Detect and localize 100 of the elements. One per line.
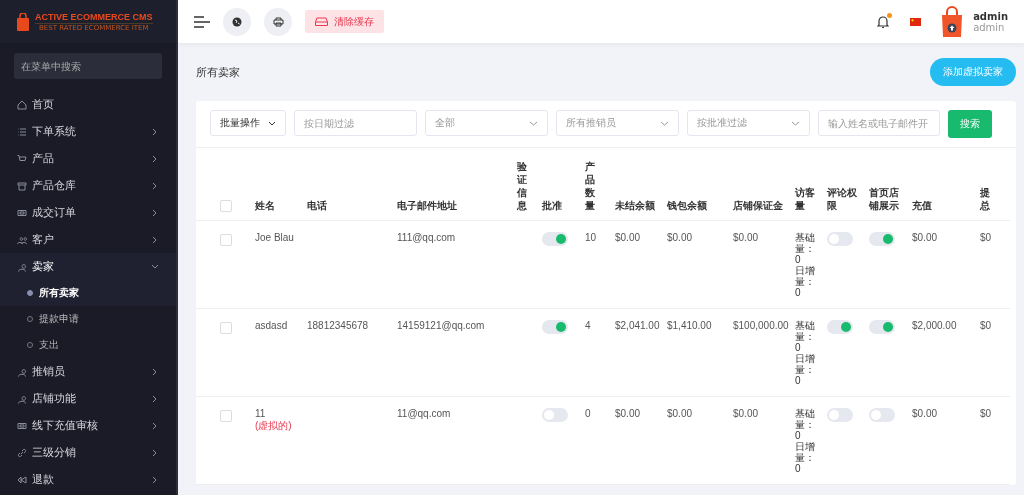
homepage-display-toggle[interactable] bbox=[869, 320, 895, 334]
sidebar-item[interactable]: 产品仓库 bbox=[0, 172, 176, 199]
shopping-bag-icon bbox=[16, 12, 30, 31]
seller-name: Joe Blau bbox=[255, 232, 294, 243]
select-all-checkbox[interactable] bbox=[220, 200, 232, 212]
column-header: 充值 bbox=[912, 199, 933, 212]
caret-icon bbox=[791, 120, 800, 126]
row-checkbox[interactable] bbox=[220, 410, 232, 422]
comment-permission-toggle[interactable] bbox=[827, 408, 853, 422]
table-cell: $0.00 bbox=[912, 408, 938, 419]
sidebar-item[interactable]: 产品 bbox=[0, 145, 176, 172]
print-button[interactable] bbox=[264, 7, 292, 36]
user-icon bbox=[17, 261, 27, 272]
row-checkbox[interactable] bbox=[220, 234, 232, 246]
sidebar-item[interactable]: 下单系统 bbox=[0, 118, 176, 145]
sidebar-item-label: 退款 bbox=[32, 472, 55, 487]
sidebar-subitem-label: 提款申请 bbox=[39, 312, 79, 326]
sidebar-item-label: 产品仓库 bbox=[32, 178, 77, 193]
table-cell: 111@qq.com bbox=[397, 232, 456, 243]
page-title: 所有卖家 bbox=[196, 64, 240, 80]
sidebar-subitem[interactable]: 提款申请 bbox=[0, 306, 176, 332]
sidebar-item-label: 产品 bbox=[32, 151, 55, 166]
column-header: 钱包余额 bbox=[667, 199, 708, 212]
sidebar-subitem-label: 所有卖家 bbox=[39, 286, 79, 300]
cart-icon bbox=[17, 153, 27, 164]
globe-button[interactable] bbox=[223, 7, 251, 36]
sidebar-item[interactable]: 三级分销 bbox=[0, 439, 176, 466]
table-cell: $0.00 bbox=[615, 232, 641, 243]
table-cell: $0.00 bbox=[615, 408, 641, 419]
approval-toggle[interactable] bbox=[542, 232, 568, 246]
user-role: admin bbox=[973, 21, 1006, 33]
table-cell: $1,410.00 bbox=[667, 320, 712, 331]
bulk-actions-dropdown[interactable]: 批量操作 bbox=[210, 110, 286, 136]
table-cell-text: 基础量：0 bbox=[795, 408, 816, 441]
column-header: 访客量 bbox=[795, 186, 816, 212]
table-cell: 18812345678 bbox=[307, 320, 369, 331]
table-cell: $2,041.00 bbox=[615, 320, 660, 331]
globe-icon bbox=[232, 16, 242, 27]
table-cell: $0 bbox=[980, 408, 992, 419]
sidebar-item[interactable]: 首页 bbox=[0, 91, 176, 118]
row-checkbox[interactable] bbox=[220, 322, 232, 334]
table-cell: 0 bbox=[585, 408, 591, 419]
shopping-bag-avatar-icon[interactable] bbox=[940, 5, 965, 38]
bell-icon[interactable] bbox=[877, 14, 890, 29]
caret-icon bbox=[529, 120, 538, 126]
sidebar-subitem-label: 支出 bbox=[39, 338, 59, 352]
sidebar-item[interactable]: 推销员 bbox=[0, 358, 176, 385]
table-cell: 4 bbox=[585, 320, 591, 331]
sidebar-item-label: 客户 bbox=[32, 232, 55, 247]
caret-icon bbox=[268, 120, 276, 126]
table-cell: 14159121@qq.com bbox=[397, 320, 485, 331]
home-icon bbox=[17, 99, 27, 110]
column-header: 批准 bbox=[542, 199, 563, 212]
sidebar-item-label: 成交订单 bbox=[32, 205, 77, 220]
table-cell: $0.00 bbox=[733, 408, 759, 419]
link-icon bbox=[17, 447, 27, 458]
virtual-label: (虚拟的) bbox=[255, 420, 293, 432]
sidebar-item[interactable]: 退款 bbox=[0, 466, 176, 493]
column-header: 未结余额 bbox=[615, 199, 656, 212]
homepage-display-toggle[interactable] bbox=[869, 408, 895, 422]
ticket-icon bbox=[17, 207, 27, 218]
sidebar-item[interactable]: 卖家 bbox=[0, 253, 176, 280]
comment-permission-toggle[interactable] bbox=[827, 232, 853, 246]
menu-search-field[interactable]: 在菜单中搜索 bbox=[14, 53, 162, 79]
table-cell: $0.00 bbox=[667, 408, 693, 419]
sidebar-item[interactable]: 线下充值审核 bbox=[0, 412, 176, 439]
approval-toggle[interactable] bbox=[542, 320, 568, 334]
menu-icon[interactable] bbox=[194, 15, 210, 28]
date-filter-field[interactable]: 按日期过滤 bbox=[294, 110, 417, 136]
column-header: 店铺保证金 bbox=[733, 199, 784, 212]
table-cell: $2,000.00 bbox=[912, 320, 957, 331]
sidebar-item-label: 卖家 bbox=[32, 259, 55, 274]
sidebar-item[interactable]: 店铺功能 bbox=[0, 385, 176, 412]
seller-name: asdasd bbox=[255, 320, 288, 331]
table-cell: 11@qq.com bbox=[397, 408, 451, 419]
search-field[interactable]: 输入姓名或电子邮件开 bbox=[818, 110, 940, 136]
table-cell-text: 基础量：0 bbox=[795, 320, 816, 353]
flag-icon[interactable] bbox=[910, 17, 922, 26]
sidebar-subitem[interactable]: 所有卖家 bbox=[0, 280, 176, 306]
user-icon bbox=[17, 366, 27, 377]
sidebar-item[interactable]: 成交订单 bbox=[0, 199, 176, 226]
table-cell-text: 基础量：0 bbox=[795, 232, 816, 265]
users-icon bbox=[17, 234, 27, 245]
sidebar-item[interactable]: 客户 bbox=[0, 226, 176, 253]
sidebar-item-label: 下单系统 bbox=[32, 124, 77, 139]
column-header: 评论权限 bbox=[827, 186, 857, 212]
table-cell: $100,000.00 bbox=[733, 320, 789, 331]
bullet-icon bbox=[27, 290, 33, 296]
comment-permission-toggle[interactable] bbox=[827, 320, 853, 334]
sidebar-subitem[interactable]: 支出 bbox=[0, 332, 176, 358]
homepage-display-toggle[interactable] bbox=[869, 232, 895, 246]
printer-icon bbox=[272, 16, 284, 27]
approval-toggle[interactable] bbox=[542, 408, 568, 422]
card-icon bbox=[17, 420, 27, 431]
table-cell: $0.00 bbox=[733, 232, 759, 243]
table-cell-text: 日增量：0 bbox=[795, 265, 816, 298]
user-name: admin bbox=[973, 10, 1008, 22]
caret-icon bbox=[660, 120, 669, 126]
user-icon bbox=[17, 393, 27, 404]
column-header: 电话 bbox=[307, 199, 328, 212]
